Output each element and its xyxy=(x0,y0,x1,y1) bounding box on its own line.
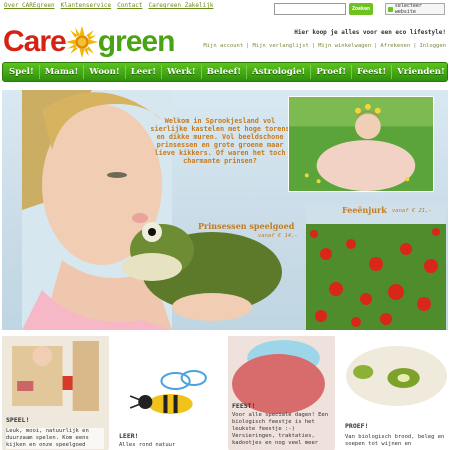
yogurt-kiwi-image xyxy=(341,336,448,450)
tile-text: Voor alle speciale dagen! Een biologisch… xyxy=(232,412,329,446)
logo-care-text: Care xyxy=(3,25,67,58)
logo-green-text: green xyxy=(97,25,176,58)
link-inloggen[interactable]: Inloggen xyxy=(420,43,447,49)
main-nav: Spel! Mama! Woon! Leer! Werk! Beleef! As… xyxy=(2,62,448,82)
poppy-field-photo[interactable] xyxy=(306,204,446,330)
tile-text: Leuk, mooi, natuurlijk en duurzaam spele… xyxy=(6,428,104,449)
nav-item-leer[interactable]: Leer! xyxy=(129,67,158,77)
tile-text: Van biologisch brood, beleg en soepen to… xyxy=(345,434,445,447)
tile-speel[interactable]: SPEEL! Leuk, mooi, natuurlijk en duurzaa… xyxy=(2,336,109,450)
fairy-girl-photo[interactable] xyxy=(288,96,434,192)
nav-item-spel[interactable]: Spel! xyxy=(7,67,36,77)
tagline: Hier koop je alles voor een eco lifestyl… xyxy=(294,29,446,36)
sun-logo-icon xyxy=(65,25,98,59)
link-contact[interactable]: Contact xyxy=(117,2,142,9)
nav-item-vrienden[interactable]: Vrienden! xyxy=(395,67,447,77)
nav-item-feest[interactable]: Feest! xyxy=(355,67,388,77)
link-caregreen-zakelijk[interactable]: Caregreen Zakelijk xyxy=(148,2,213,9)
tile-title: FEEST! xyxy=(232,402,256,410)
site-select-icon xyxy=(388,6,393,12)
link-afrekenen[interactable]: Afrekenen xyxy=(380,43,410,49)
tile-title: LEER! xyxy=(119,432,139,440)
search-button[interactable]: Zoeken xyxy=(349,3,373,15)
tile-proef[interactable]: PROEF! Van biologisch brood, beleg en so… xyxy=(341,336,448,450)
hero-caption-feeenjurk[interactable]: Feeënjurk xyxy=(342,205,387,215)
nav-item-mama[interactable]: Mama! xyxy=(43,67,81,77)
nav-item-astrologie[interactable]: Astrologie! xyxy=(250,67,307,77)
tile-title: PROEF! xyxy=(345,422,369,430)
nav-item-woon[interactable]: Woon! xyxy=(87,67,121,77)
link-klantenservice[interactable]: Klantenservice xyxy=(61,2,112,9)
tile-feest[interactable]: FEEST! Voor alle speciale dagen! Een bio… xyxy=(228,336,335,450)
site-select[interactable]: selecteer website xyxy=(385,3,445,15)
tile-leer[interactable]: LEER! Alles rond natuur xyxy=(115,336,222,450)
link-mijn-verlanglijst[interactable]: Mijn verlanglijst xyxy=(252,43,308,49)
link-over-caregreen[interactable]: Over CAREgreen xyxy=(4,2,55,9)
nav-item-proef[interactable]: Proef! xyxy=(314,67,348,77)
account-links: Mijn account | Mijn verlanglijst | Mijn wi… xyxy=(203,43,446,49)
link-mijn-winkelwagen[interactable]: Mijn winkelwagen xyxy=(318,43,371,49)
nav-item-werk[interactable]: Werk! xyxy=(165,67,198,77)
hero-welcome-text: Welkom in Sprookjesland vol sierlijke ka… xyxy=(150,117,290,165)
tile-title: SPEEL! xyxy=(6,416,30,424)
hero-caption-prinsessen[interactable]: Prinsessen speelgoed xyxy=(198,221,294,231)
site-select-label: selecteer website xyxy=(394,3,422,15)
hero-price-feeenjurk: vanaf € 21,- xyxy=(392,208,432,214)
tile-text: Alles rond natuur xyxy=(119,442,176,448)
hero-price-prinsessen: vanaf € 14,- xyxy=(258,233,298,239)
category-tiles: SPEEL! Leuk, mooi, natuurlijk en duurzaa… xyxy=(2,336,448,450)
logo[interactable]: Care green xyxy=(3,24,176,60)
top-links: Over CAREgreen Klantenservice Contact Ca… xyxy=(4,2,213,9)
hero-banner[interactable]: Welkom in Sprookjesland vol sierlijke ka… xyxy=(2,90,448,330)
search-input[interactable] xyxy=(274,3,346,15)
link-mijn-account[interactable]: Mijn account xyxy=(203,43,243,49)
nav-item-beleef[interactable]: Beleef! xyxy=(205,67,243,77)
